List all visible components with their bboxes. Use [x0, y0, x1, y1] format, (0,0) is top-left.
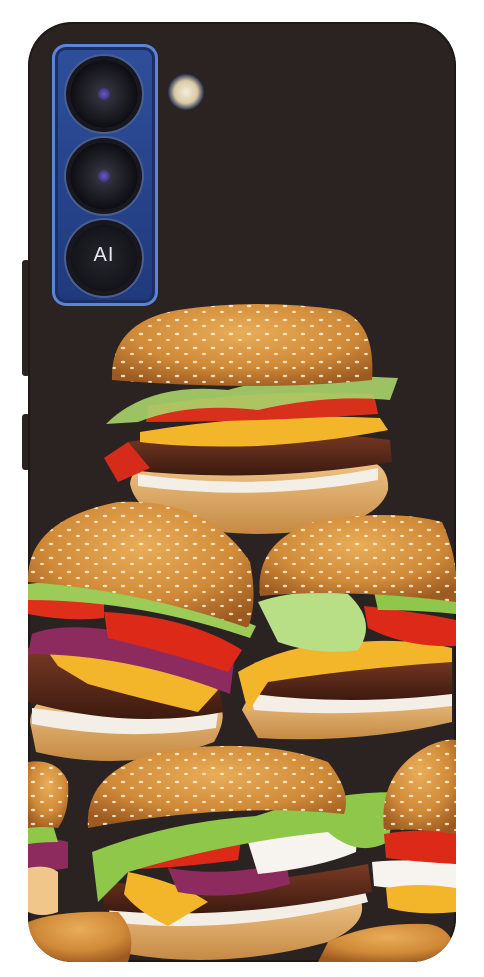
burger-top [104, 304, 398, 534]
ai-camera-lens: AI [70, 224, 138, 292]
camera-lens-icon [70, 60, 138, 128]
burger-bottom-center [87, 745, 398, 960]
flash-icon [168, 74, 204, 110]
burger-middle-left [28, 501, 256, 761]
ai-label: AI [93, 244, 115, 266]
burger-middle-right [238, 515, 456, 740]
camera-module: AI [52, 44, 158, 306]
phone-case: AI [28, 22, 456, 962]
camera-lens-icon [70, 142, 138, 210]
